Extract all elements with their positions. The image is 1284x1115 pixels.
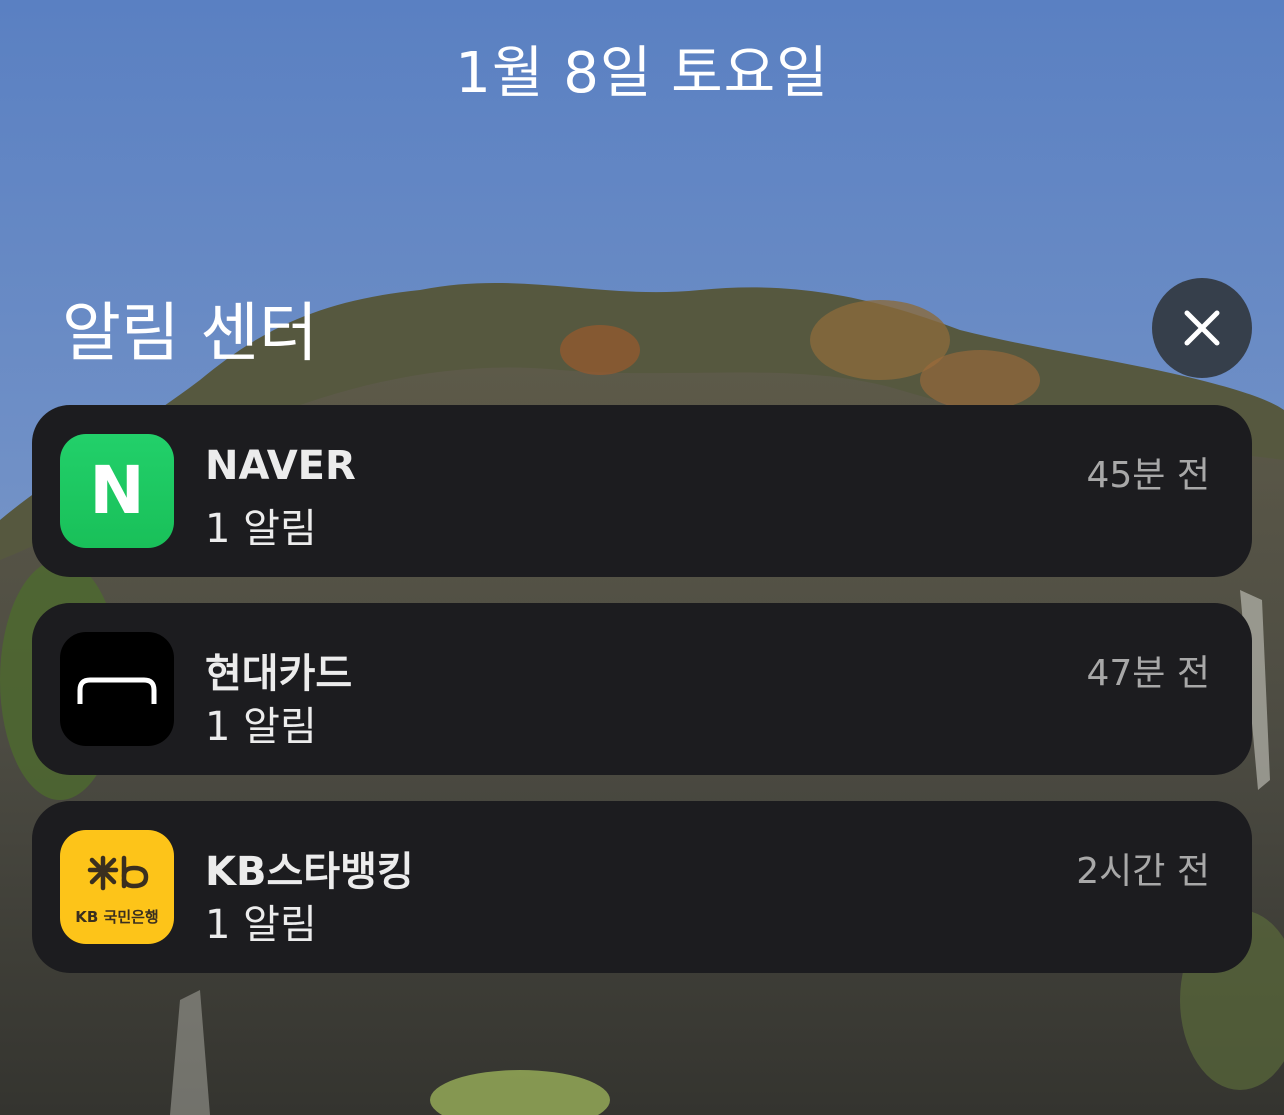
notification-time: 47분 전 (1086, 653, 1211, 694)
notification-time: 45분 전 (1086, 455, 1211, 496)
close-icon (1184, 310, 1220, 346)
notification-count: 1 알림 (205, 506, 317, 552)
notification-time: 2시간 전 (1076, 851, 1210, 892)
naver-logo-letter: N (89, 452, 145, 529)
notification-center-title: 알림 센터 (62, 297, 318, 371)
notification-app-name: 현대카드 (205, 651, 353, 697)
clear-notifications-button[interactable] (1152, 278, 1252, 378)
notification-count: 1 알림 (205, 902, 317, 948)
kb-star-banking-app-icon: KB 국민은행 (60, 830, 174, 944)
notification-stack-hyundai-card[interactable]: 현대카드 1 알림 47분 전 (32, 603, 1252, 775)
notification-stack-kb-star-banking[interactable]: KB 국민은행 KB스타뱅킹 1 알림 2시간 전 (32, 801, 1252, 973)
notification-app-name: NAVER (205, 443, 356, 489)
notification-count: 1 알림 (205, 704, 317, 750)
lock-screen-date: 1월 8일 토요일 (455, 41, 829, 106)
notification-stack-naver[interactable]: N NAVER 1 알림 45분 전 (32, 405, 1252, 577)
hyundai-card-logo-icon (77, 677, 157, 704)
kb-logo-caption: KB 국민은행 (75, 908, 159, 926)
notification-app-name: KB스타뱅킹 (205, 849, 414, 895)
hyundai-card-app-icon (60, 632, 174, 746)
naver-app-icon: N (60, 434, 174, 548)
